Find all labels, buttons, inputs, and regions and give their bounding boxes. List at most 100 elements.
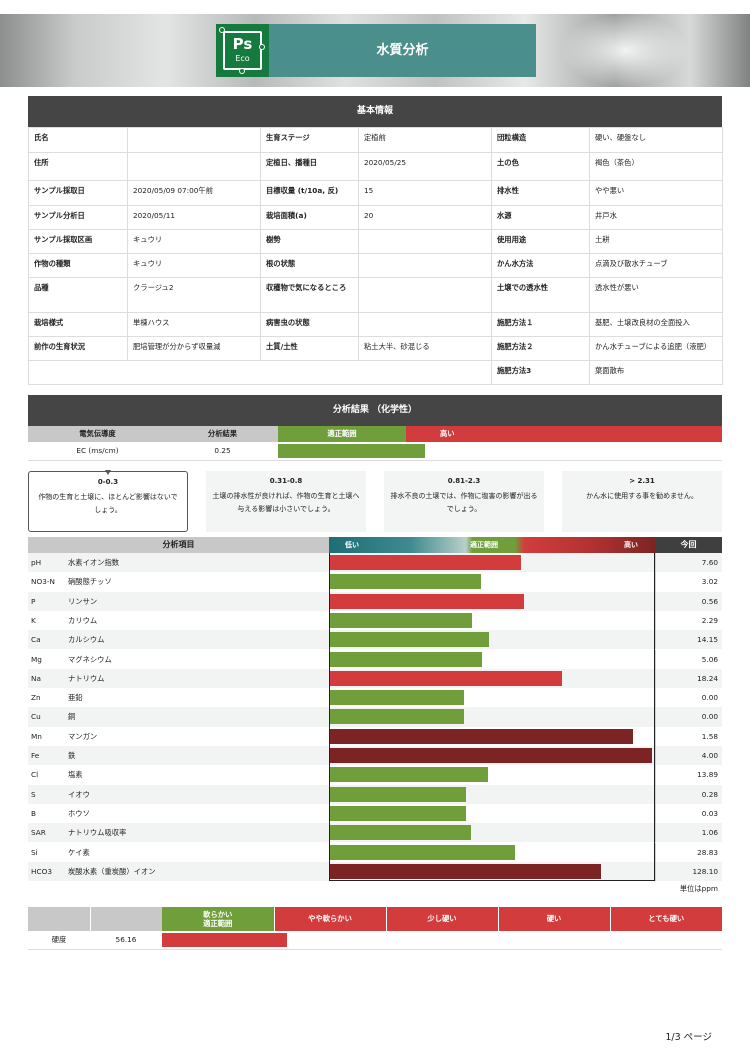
info-key: 施肥方法１ bbox=[491, 312, 590, 337]
info-row: 品種 クラージュ2 収穫物で気になるところ 土壌での透水性 透水性が悪い bbox=[28, 277, 723, 313]
item-name: ホウソ bbox=[68, 808, 90, 818]
info-value bbox=[358, 229, 492, 254]
item-name: カリウム bbox=[68, 615, 98, 625]
item-value: 13.89 bbox=[697, 770, 718, 780]
info-value: キュウリ bbox=[127, 229, 261, 254]
info-key: 施肥方法3 bbox=[491, 360, 590, 385]
info-row: サンプル採取日 2020/05/09 07:00午前 目標収量 (t/10a, 反)… bbox=[28, 180, 723, 206]
basic-info-title: 基本情報 bbox=[28, 96, 722, 127]
logo-node-icon bbox=[259, 44, 265, 50]
info-key: 排水性 bbox=[491, 180, 590, 206]
item-name: 硝酸態チッソ bbox=[68, 577, 112, 587]
info-key: 目標収量 (t/10a, 反) bbox=[260, 180, 359, 206]
hardness-value: 56.16 bbox=[90, 931, 162, 950]
info-value: 2020/05/09 07:00午前 bbox=[127, 180, 261, 206]
item-symbol: Zn bbox=[31, 693, 41, 703]
info-key: 根の状態 bbox=[260, 253, 359, 278]
info-row: 前作の生育状況 肥培管理が分からず収量減 土質/土性 粘土大半、砂混じる 施肥方法２ かん… bbox=[28, 336, 723, 361]
hardness-header-very-hard: とても硬い bbox=[609, 907, 722, 931]
info-key: 収穫物で気になるところ bbox=[260, 277, 359, 313]
item-value: 14.15 bbox=[697, 635, 718, 645]
info-key: 品種 bbox=[28, 277, 128, 313]
range-card-2: 0.31-0.8 土壌の排水性が良ければ、作物の生育と土壌へ与える影響は小さいで… bbox=[206, 471, 366, 532]
info-row: 栽培様式 単棟ハウス 病害虫の状態 施肥方法１ 基肥、土壌改良材の全面投入 bbox=[28, 312, 723, 337]
item-value: 0.28 bbox=[701, 789, 718, 799]
item-name: マグネシウム bbox=[68, 654, 112, 664]
info-value: 肥培管理が分からず収量減 bbox=[127, 336, 261, 361]
header-high: 高い bbox=[624, 541, 638, 549]
ec-bar-cell bbox=[278, 442, 722, 461]
info-value: かん水チューブによる追肥（液肥） bbox=[589, 336, 723, 361]
header-current: 今回 bbox=[655, 537, 722, 553]
info-row: 施肥方法3 葉面散布 bbox=[28, 360, 723, 385]
info-value: 粘土大半、砂混じる bbox=[358, 336, 492, 361]
item-name: 塩素 bbox=[68, 770, 83, 780]
info-value bbox=[358, 253, 492, 278]
item-name: 水素イオン指数 bbox=[68, 558, 120, 567]
range-card-4: > 2.31 かん水に使用する事を勧めません。 bbox=[562, 471, 722, 532]
info-key: 土壌での透水性 bbox=[491, 277, 590, 313]
range-card-3: 0.81-2.3 排水不良の土壌では、作物に塩害の影響が出るでしょう。 bbox=[384, 471, 544, 532]
info-key: 土の色 bbox=[491, 152, 590, 181]
analysis-title: 分析結果 （化学性） bbox=[28, 395, 722, 426]
info-key: 住所 bbox=[28, 152, 128, 181]
logo-eco-text: Eco bbox=[235, 54, 250, 63]
ec-value: 0.25 bbox=[167, 442, 278, 461]
ec-level-bar bbox=[278, 444, 425, 458]
header-low: 低い bbox=[345, 541, 359, 549]
info-value: 定植前 bbox=[358, 127, 492, 153]
item-name: ケイ素 bbox=[68, 847, 90, 857]
info-value: 褐色（茶色） bbox=[589, 152, 723, 181]
info-value: 2020/05/11 bbox=[127, 205, 261, 230]
info-key: 栽培様式 bbox=[28, 312, 128, 337]
info-key: 施肥方法２ bbox=[491, 336, 590, 361]
ps-eco-logo: Ps Eco bbox=[216, 24, 269, 77]
item-name: ナトリウム吸収率 bbox=[68, 828, 127, 838]
info-key: 作物の種類 bbox=[28, 253, 128, 278]
header-background-highlight bbox=[560, 14, 690, 87]
hardness-header-slightly-hard: 少し硬い bbox=[385, 907, 498, 931]
item-symbol: P bbox=[31, 596, 36, 606]
info-row: サンプル分析日 2020/05/11 栽培面積(a) 20 水源 井戸水 bbox=[28, 205, 723, 230]
info-value: クラージュ2 bbox=[127, 277, 261, 313]
info-key: 土質/土性 bbox=[260, 336, 359, 361]
info-value: キュウリ bbox=[127, 253, 261, 278]
ec-table: 電気伝導度 分析結果 適正範囲 高い EC (ms/cm) 0.25 bbox=[28, 426, 722, 461]
info-value: 井戸水 bbox=[589, 205, 723, 230]
item-value: 2.29 bbox=[701, 615, 718, 625]
item-value: 128.10 bbox=[692, 866, 718, 876]
range-card-desc: 作物の生育と土壌に、ほとんど影響はないでしょう。 bbox=[38, 493, 178, 514]
info-value: 硬い、硬盤なし bbox=[589, 127, 723, 153]
range-card-desc: 排水不良の土壌では、作物に塩害の影響が出るでしょう。 bbox=[390, 492, 538, 513]
hardness-header-soft: 軟らかい 適正範囲 bbox=[162, 907, 274, 931]
info-key: サンプル採取日 bbox=[28, 180, 128, 206]
info-key: 定植日、播種日 bbox=[260, 152, 359, 181]
info-value: 15 bbox=[358, 180, 492, 206]
range-card-desc: かん水に使用する事を勧めません。 bbox=[586, 492, 698, 500]
item-value: 0.00 bbox=[701, 712, 718, 722]
info-row: 氏名 生育ステージ 定植前 団粒構造 硬い、硬盤なし bbox=[28, 127, 723, 153]
item-name: リンサン bbox=[68, 596, 98, 606]
range-card-1: 0-0.3 作物の生育と土壌に、ほとんど影響はないでしょう。 bbox=[28, 470, 188, 532]
info-value bbox=[358, 277, 492, 313]
info-key: 氏名 bbox=[28, 127, 128, 153]
info-key: 生育ステージ bbox=[260, 127, 359, 153]
ec-header-label: 電気伝導度 bbox=[28, 426, 167, 442]
item-value: 7.60 bbox=[701, 558, 718, 567]
info-key: サンプル採取区画 bbox=[28, 229, 128, 254]
item-value: 5.06 bbox=[701, 654, 718, 664]
item-symbol: Mg bbox=[31, 654, 42, 664]
header-level-scale: 低い 適正範囲 高い bbox=[329, 537, 655, 553]
info-key: 水源 bbox=[491, 205, 590, 230]
info-value: 基肥、土壌改良材の全面投入 bbox=[589, 312, 723, 337]
info-value bbox=[127, 152, 261, 181]
item-value: 0.56 bbox=[701, 596, 718, 606]
range-card-range: > 2.31 bbox=[629, 477, 655, 485]
item-value: 0.03 bbox=[701, 808, 718, 818]
info-row: サンプル採取区画 キュウリ 樹勢 使用用途 土耕 bbox=[28, 229, 723, 254]
header-item: 分析項目 bbox=[28, 537, 329, 553]
hardness-header-hard: 硬い bbox=[497, 907, 610, 931]
item-value: 0.00 bbox=[701, 693, 718, 703]
item-value: 4.00 bbox=[701, 751, 718, 760]
item-value: 1.06 bbox=[701, 828, 718, 838]
